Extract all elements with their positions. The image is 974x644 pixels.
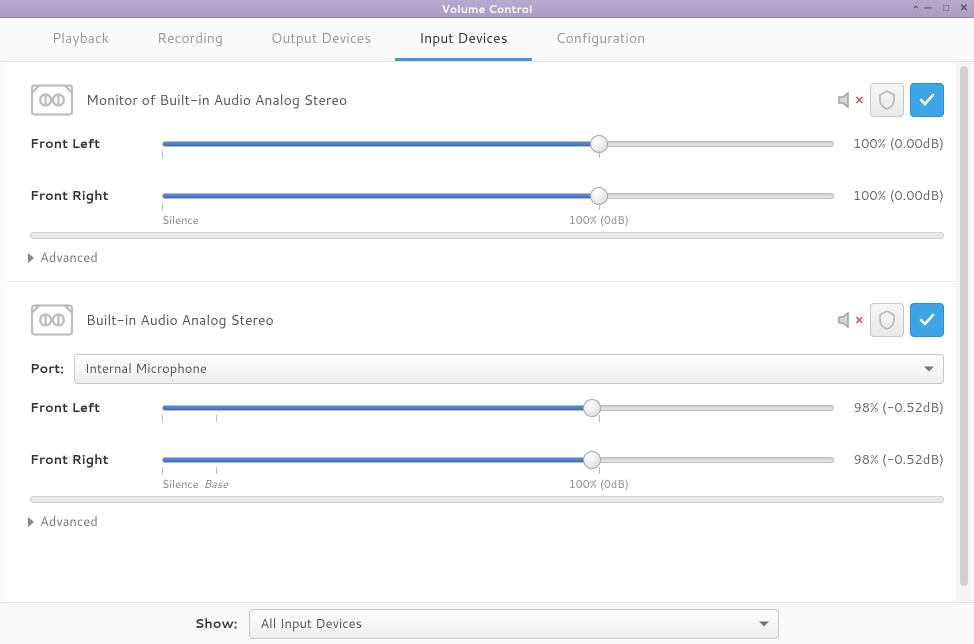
scrollbar-thumb[interactable] [960,66,968,586]
volume-readout: 98% (-0.52dB) [834,451,944,469]
show-label: Show: [195,615,238,633]
channel-label: Front Left [30,135,162,153]
volume-slider-front-right[interactable] [162,450,834,470]
volume-readout: 100% (0.00dB) [834,135,944,153]
port-select[interactable]: Internal Microphone [74,354,944,384]
tick-100: 100% (0dB) [569,212,629,228]
tick-base: Base [203,476,228,492]
channel-label: Front Left [30,399,162,417]
restore-down-icon[interactable]: ⌃ [912,3,920,17]
lock-channels-button[interactable] [870,303,904,337]
device-title: Monitor of Built-in Audio Analog Stereo [86,90,826,110]
tick-100: 100% (0dB) [569,476,629,492]
tab-output-devices[interactable]: Output Devices [247,16,395,61]
close-icon[interactable]: ✕ [958,2,970,14]
tab-bar: Playback Recording Output Devices Input … [0,18,974,62]
minimize-icon[interactable]: — [922,2,934,14]
volume-slider-front-right[interactable] [162,186,834,206]
device-monitor: Monitor of Built-in Audio Analog Stereo … [4,62,970,281]
channel-label: Front Right [30,451,162,469]
footer-bar: Show: All Input Devices [0,602,974,644]
tick-silence: Silence [162,212,199,228]
volume-readout: 98% (-0.52dB) [834,399,944,417]
expander-triangle-icon [28,253,34,263]
device-builtin: Built-in Audio Analog Stereo ✕ [4,281,970,545]
vu-meter [30,496,944,503]
scrollbar-track[interactable] [956,62,970,602]
set-default-button[interactable] [910,83,944,117]
device-title: Built-in Audio Analog Stereo [86,310,826,330]
volume-slider-front-left[interactable] [162,398,834,418]
sound-card-icon [30,80,74,120]
advanced-expander[interactable]: Advanced [28,249,944,267]
tick-silence: Silence [162,476,199,492]
show-select[interactable]: All Input Devices [249,609,779,639]
lock-channels-button[interactable] [870,83,904,117]
vu-meter [30,232,944,239]
advanced-expander[interactable]: Advanced [28,513,944,531]
volume-readout: 100% (0.00dB) [834,187,944,205]
tab-input-devices[interactable]: Input Devices [395,16,531,61]
port-label: Port: [30,360,64,378]
mute-button[interactable]: ✕ [838,92,864,108]
maximize-icon[interactable]: □ [940,2,952,14]
tab-configuration[interactable]: Configuration [532,16,670,61]
tab-recording[interactable]: Recording [133,16,247,61]
volume-slider-front-left[interactable] [162,134,834,154]
tab-playback[interactable]: Playback [28,16,133,61]
mute-button[interactable]: ✕ [838,312,864,328]
mute-x-icon: ✕ [855,312,864,328]
channel-label: Front Right [30,187,162,205]
content-pane: Monitor of Built-in Audio Analog Stereo … [4,62,970,602]
expander-triangle-icon [28,517,34,527]
mute-x-icon: ✕ [855,92,864,108]
set-default-button[interactable] [910,303,944,337]
window-title: Volume Control [441,1,532,17]
sound-card-icon [30,300,74,340]
title-bar: Volume Control ⌃ — □ ✕ [0,0,974,18]
